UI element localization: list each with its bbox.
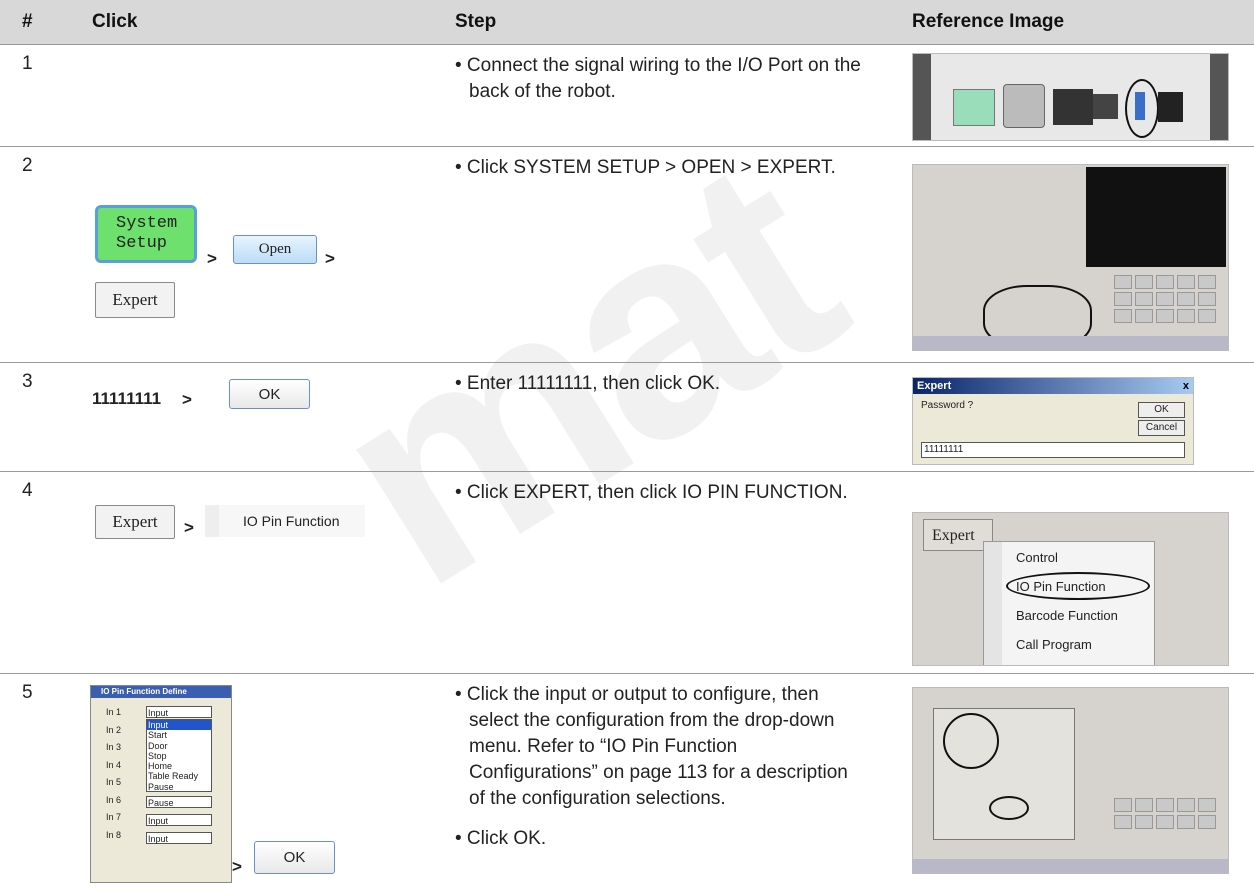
password-code: 11111111 bbox=[92, 389, 162, 408]
step-text: • Click SYSTEM SETUP > OPEN > EXPERT. bbox=[455, 157, 836, 178]
table-row: 1 • Connect the signal wiring to the I/O… bbox=[0, 45, 1254, 147]
step-text: • Enter 11111111, then click OK. bbox=[455, 373, 721, 394]
row-number: 5 bbox=[22, 682, 33, 703]
header-click: Click bbox=[92, 11, 138, 32]
arrow-separator: > bbox=[207, 249, 217, 268]
table-row: 5 IO Pin Function Define In 1 In 2 In 3 … bbox=[0, 674, 1254, 892]
header-ref: Reference Image bbox=[912, 11, 1065, 32]
table-header: # Click Step Reference Image bbox=[0, 0, 1254, 45]
header-step: Step bbox=[455, 11, 497, 32]
step-text: • Click EXPERT, then click IO PIN FUNCTI… bbox=[455, 482, 848, 503]
arrow-separator: > bbox=[182, 390, 192, 409]
table-row: 4 Expert > IO Pin Function • Click EXPER… bbox=[0, 472, 1254, 674]
table-row: 3 11111111 > OK • Enter 11111111, then c… bbox=[0, 363, 1254, 472]
ok-button[interactable]: OK bbox=[229, 379, 310, 409]
ok-button[interactable]: OK bbox=[254, 841, 335, 874]
software-screenshot bbox=[912, 164, 1229, 351]
expert-button[interactable]: Expert bbox=[95, 282, 175, 318]
expert-menu-image: Expert Control IO Pin Function Barcode F… bbox=[912, 512, 1229, 666]
step-text: • Connect the signal wiring to the I/O P… bbox=[455, 55, 861, 102]
robot-back-image bbox=[912, 53, 1229, 141]
system-setup-button[interactable]: System Setup bbox=[95, 205, 197, 263]
arrow-separator: > bbox=[325, 249, 335, 268]
arrow-separator: > bbox=[184, 518, 194, 537]
row-number: 4 bbox=[22, 480, 33, 501]
row-number: 3 bbox=[22, 371, 33, 392]
io-pin-dialog-image: IO Pin Function Define In 1 In 2 In 3 In… bbox=[90, 685, 232, 883]
step-text: • Click the input or output to configure… bbox=[455, 684, 848, 849]
io-pin-function-menu-item[interactable]: IO Pin Function bbox=[205, 505, 365, 537]
header-num: # bbox=[22, 11, 33, 32]
io-config-screenshot bbox=[912, 687, 1229, 874]
expert-button[interactable]: Expert bbox=[95, 505, 175, 539]
row-number: 1 bbox=[22, 53, 33, 74]
table-row: 2 System Setup > Open > Expert • Click S… bbox=[0, 147, 1254, 363]
arrow-separator: > bbox=[232, 857, 242, 876]
row-number: 2 bbox=[22, 155, 33, 176]
password-dialog-image: Expert x Password ? OK Cancel 11111111 bbox=[912, 377, 1194, 465]
open-button[interactable]: Open bbox=[233, 235, 317, 264]
